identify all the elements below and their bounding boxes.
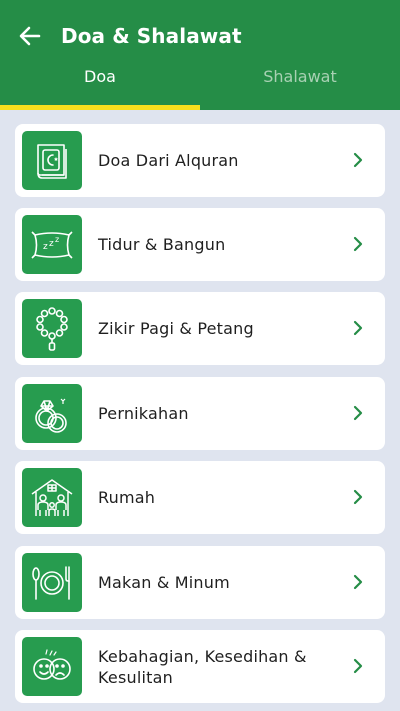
card-icon-box — [22, 553, 82, 612]
item-label: Kebahagian, Kesedihan & Kesulitan — [98, 646, 307, 687]
tab-doa[interactable]: Doa — [0, 62, 200, 110]
list-item-rumah[interactable]: Rumah — [15, 461, 385, 534]
chevron-right-icon — [353, 405, 363, 421]
tab-shalawat[interactable]: Shalawat — [200, 62, 400, 110]
list-item-tidur-bangun[interactable]: z z z Tidur & Bangun — [15, 208, 385, 281]
back-button[interactable] — [16, 22, 44, 50]
prayer-beads-icon — [36, 306, 68, 351]
chevron-right-icon — [353, 489, 363, 505]
item-label: Pernikahan — [98, 404, 189, 423]
card-icon-box — [22, 384, 82, 443]
item-label: Doa Dari Alquran — [98, 151, 239, 170]
pillow-sleep-icon: z z z — [31, 230, 73, 259]
item-label: Makan & Minum — [98, 573, 230, 592]
list-item-makan-minum[interactable]: Makan & Minum — [15, 546, 385, 619]
arrow-left-icon — [19, 26, 41, 46]
card-icon-box — [22, 299, 82, 358]
quran-book-icon — [37, 143, 67, 179]
item-label: Zikir Pagi & Petang — [98, 319, 254, 338]
happy-sad-faces-icon — [33, 648, 71, 680]
wedding-rings-icon — [35, 398, 67, 433]
plate-cutlery-icon — [32, 565, 70, 600]
card-icon-box — [22, 637, 82, 696]
list-item-pernikahan[interactable]: Pernikahan — [15, 377, 385, 450]
item-label: Tidur & Bangun — [98, 235, 226, 254]
tab-doa-label: Doa — [84, 67, 116, 86]
card-icon-box: z z z — [22, 215, 82, 274]
item-label: Rumah — [98, 488, 156, 507]
chevron-right-icon — [353, 658, 363, 674]
svg-text:z: z — [55, 235, 59, 244]
page-title: Doa & Shalawat — [61, 24, 242, 48]
card-icon-box — [22, 131, 82, 190]
svg-text:z: z — [49, 239, 54, 249]
svg-text:z: z — [43, 242, 48, 252]
list-item-zikir-pagi-petang[interactable]: Zikir Pagi & Petang — [15, 292, 385, 365]
chevron-right-icon — [353, 320, 363, 336]
chevron-right-icon — [353, 152, 363, 168]
chevron-right-icon — [353, 236, 363, 252]
list-item-doa-dari-alquran[interactable]: Doa Dari Alquran — [15, 124, 385, 197]
tab-shalawat-label: Shalawat — [263, 67, 337, 86]
doa-category-list[interactable]: Doa Dari Alquran z z z Tidur & Bangun Zi… — [0, 110, 400, 711]
list-item-kebahagian-kesedihan-kesulitan[interactable]: Kebahagian, Kesedihan & Kesulitan — [15, 630, 385, 703]
card-icon-box — [22, 468, 82, 527]
chevron-right-icon — [353, 574, 363, 590]
family-house-icon — [31, 478, 73, 516]
app-bar: Doa & Shalawat Doa Shalawat — [0, 0, 400, 110]
